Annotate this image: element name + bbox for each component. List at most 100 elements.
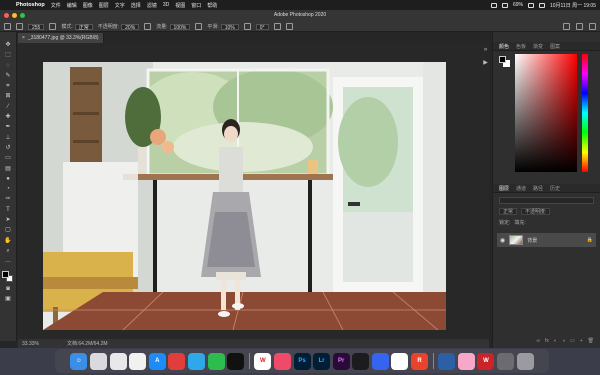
symmetry-icon[interactable] [285, 23, 293, 30]
share-icon[interactable] [589, 23, 596, 30]
baidu-netdisk-icon[interactable] [371, 352, 389, 370]
document-tab[interactable]: × _3180477.jpg @ 33.3%(RGB/8) [18, 33, 104, 43]
finder-icon[interactable]: ☺ [70, 352, 88, 370]
dodge-icon[interactable]: ◔ [4, 186, 12, 193]
quick-select-icon[interactable]: ✎ [4, 73, 12, 80]
safari-icon[interactable] [109, 352, 127, 370]
mode-select[interactable]: 模式: 正常 [61, 23, 93, 31]
group-icon[interactable]: ▭ [570, 338, 575, 347]
apple-icon[interactable] [4, 2, 10, 9]
menu-type[interactable]: 文字 [115, 2, 125, 9]
preview-icon[interactable] [438, 352, 456, 370]
hand-icon[interactable]: ✋ [4, 238, 12, 245]
app-name[interactable]: Photoshop [16, 2, 45, 8]
zoom-level[interactable]: 33.33% [22, 341, 39, 347]
menu-window[interactable]: 窗口 [191, 2, 201, 9]
play-actions-icon[interactable]: ▶ [483, 59, 488, 66]
hue-slider[interactable] [582, 54, 588, 172]
panel-foreground-color[interactable] [499, 56, 506, 63]
media-icon[interactable] [352, 352, 370, 370]
wifi-icon[interactable] [501, 2, 508, 8]
video-editor-icon[interactable] [273, 352, 291, 370]
adjustment-icon[interactable]: ◑ [562, 338, 565, 347]
trash-icon[interactable]: 🗑 [588, 338, 594, 347]
new-layer-icon[interactable]: + [580, 338, 583, 347]
clock[interactable]: 10月11日 周一 19:05 [550, 2, 596, 9]
menu-select[interactable]: 选择 [131, 2, 141, 9]
frame-icon[interactable]: ⊠ [4, 93, 12, 100]
path-select-icon[interactable]: ➤ [4, 217, 12, 224]
launchpad-icon[interactable] [89, 352, 107, 370]
tab-gradients[interactable]: 渐变 [533, 43, 543, 50]
marquee-icon[interactable]: ⬚ [4, 52, 12, 59]
tab-channels[interactable]: 通道 [516, 185, 526, 192]
panel-expand-icon[interactable]: » [484, 47, 487, 53]
tab-swatches[interactable]: 色板 [516, 43, 526, 50]
tab-paths[interactable]: 路径 [533, 185, 543, 192]
layer-row[interactable]: ◉ 背景 🔒 [497, 233, 596, 247]
control-center-icon[interactable] [538, 2, 545, 8]
menu-3d[interactable]: 3D [163, 2, 169, 8]
color-fg-bg[interactable] [499, 56, 511, 68]
downloads-icon[interactable] [497, 352, 515, 370]
canvas-photo[interactable] [43, 62, 446, 330]
gallery-icon[interactable] [457, 352, 475, 370]
foreground-color[interactable] [2, 270, 9, 278]
more-tools-icon[interactable]: … [4, 258, 12, 265]
workspace-icon[interactable] [576, 23, 583, 30]
home-icon[interactable] [4, 23, 11, 30]
type-icon[interactable]: T [4, 207, 12, 214]
layer-name[interactable]: 背景 [527, 237, 537, 244]
menu-layer[interactable]: 图层 [99, 2, 109, 9]
tab-history[interactable]: 历史 [550, 185, 560, 192]
smoothing-field[interactable]: 平滑: 10% [207, 23, 239, 31]
search-icon[interactable] [563, 23, 570, 30]
healing-icon[interactable]: ✚ [4, 114, 12, 121]
close-doc-icon[interactable]: × [22, 35, 25, 41]
trash-icon[interactable] [516, 352, 534, 370]
blur-icon[interactable]: ● [4, 176, 12, 183]
menu-view[interactable]: 视图 [175, 2, 185, 9]
fx-icon[interactable]: fx [545, 338, 549, 347]
color-picker-field[interactable] [515, 54, 577, 172]
visibility-eye-icon[interactable]: ◉ [500, 237, 505, 244]
menu-edit[interactable]: 编辑 [67, 2, 77, 9]
wps-icon[interactable]: W [254, 352, 272, 370]
blend-mode-select[interactable]: 正常 [499, 208, 518, 215]
brush-tool-icon[interactable] [16, 23, 23, 30]
brush-panel-icon[interactable] [49, 23, 57, 30]
menu-file[interactable]: 文件 [51, 2, 61, 9]
layer-opacity-label[interactable]: 不透明度: [521, 208, 551, 215]
netease-music-icon[interactable] [168, 352, 186, 370]
angle-field[interactable]: 0° [255, 23, 269, 31]
mask-icon[interactable]: ◐ [554, 338, 557, 347]
wps-office-icon[interactable]: W [477, 352, 495, 370]
premiere-icon[interactable]: Pr [332, 352, 350, 370]
eraser-icon[interactable]: ▭ [4, 155, 12, 162]
history-brush-icon[interactable]: ↺ [4, 145, 12, 152]
wechat-icon[interactable] [207, 352, 225, 370]
zoom-icon[interactable]: ⌕ [4, 248, 12, 255]
eyedropper-icon[interactable]: ⁄ [4, 104, 12, 111]
stamp-icon[interactable]: ⊥ [4, 135, 12, 142]
tab-color[interactable]: 颜色 [499, 43, 509, 50]
flow-field[interactable]: 流量: 100% [156, 23, 191, 31]
status-icon[interactable] [490, 2, 497, 8]
lasso-icon[interactable]: ◌ [4, 63, 12, 70]
qq-icon[interactable] [227, 352, 245, 370]
fg-bg-swatch[interactable] [2, 270, 14, 283]
screen-mode-icon[interactable]: ▣ [4, 296, 12, 303]
move-icon[interactable]: ✥ [4, 42, 12, 49]
photoshop-icon[interactable]: Ps [293, 352, 311, 370]
layer-filter[interactable] [499, 197, 594, 204]
pdf-reader-icon[interactable] [391, 352, 409, 370]
recorder-icon[interactable]: R [411, 352, 429, 370]
opacity-field[interactable]: 不透明度: 20% [98, 23, 140, 31]
menu-filter[interactable]: 滤镜 [147, 2, 157, 9]
tab-patterns[interactable]: 图案 [550, 43, 560, 50]
mail-icon[interactable] [187, 352, 205, 370]
brush-icon[interactable]: ✒ [4, 124, 12, 131]
rectangle-icon[interactable]: ▢ [4, 227, 12, 234]
menu-image[interactable]: 图像 [83, 2, 93, 9]
tab-layers[interactable]: 图层 [499, 185, 509, 192]
